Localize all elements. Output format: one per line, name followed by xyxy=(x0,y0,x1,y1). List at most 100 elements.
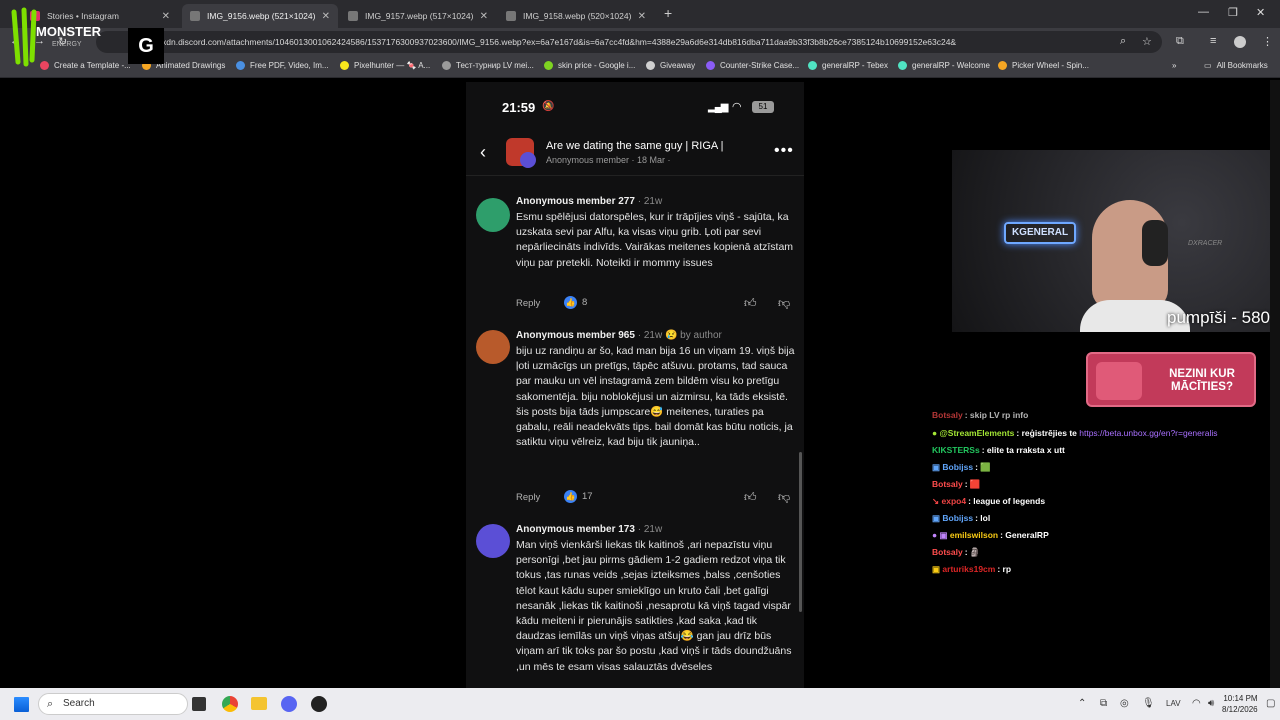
chat-badge-icon: ▣ xyxy=(932,513,943,523)
anonymous-avatar-icon xyxy=(476,330,510,364)
bookmark-item[interactable]: Pixelhunter — 🍬 A... xyxy=(340,61,430,70)
reply-button[interactable]: Reply xyxy=(516,492,540,503)
battery-icon: 51 xyxy=(752,101,774,113)
comment-actions: Reply 👍 8 👍︎ 👎︎ xyxy=(516,296,792,312)
image-icon xyxy=(506,11,516,21)
new-tab-button[interactable]: + xyxy=(664,5,672,21)
neon-sign: KGENERAL xyxy=(1004,222,1076,244)
wifi-tray-icon[interactable]: ◠ xyxy=(1192,698,1201,709)
chat-link[interactable]: https://beta.unbox.gg/en?r=generalis xyxy=(1079,428,1217,438)
close-tab-icon[interactable]: ✕ xyxy=(162,11,170,22)
windows-start-icon[interactable] xyxy=(14,697,29,712)
bookmark-item[interactable]: Free PDF, Video, Im... xyxy=(236,61,329,70)
more-bookmarks-icon[interactable]: » xyxy=(1172,61,1176,70)
comment-author: Anonymous member 965 · 21w 😢 by author xyxy=(516,330,722,341)
all-bookmarks-folder[interactable]: ▭ All Bookmarks xyxy=(1204,61,1268,70)
chat-message: Botsaly: skip LV rp info xyxy=(932,410,1029,420)
close-tab-icon[interactable]: ✕ xyxy=(638,11,646,22)
bookmark-item[interactable]: Giveaway xyxy=(646,61,695,70)
chat-message: ▣ arturiks19cm: rp xyxy=(932,564,1012,574)
back-arrow-icon[interactable]: ‹ xyxy=(480,142,486,163)
comment-text: Man viņš vienkārši liekas tik kaitinoš ,… xyxy=(516,539,792,673)
thumbs-down-button-icon[interactable]: 👎︎ xyxy=(778,296,790,311)
tab-img-9156[interactable]: IMG_9156.webp (521×1024) ✕ xyxy=(182,4,338,28)
microphone-icon[interactable]: 🎙︎ xyxy=(1142,698,1155,709)
notifications-icon[interactable]: ▢ xyxy=(1266,698,1275,709)
volume-icon[interactable]: 🔊︎ xyxy=(1208,698,1214,709)
discord-icon[interactable] xyxy=(281,696,297,712)
page-scrollbar[interactable] xyxy=(1270,80,1280,688)
bookmark-icon xyxy=(236,61,245,70)
signal-icon: ▂▄▆ xyxy=(708,102,728,113)
bookmark-item[interactable]: Counter-Strike Case... xyxy=(706,61,799,70)
post-title: Are we dating the same guy | RIGA | xyxy=(546,140,724,152)
bookmark-icon xyxy=(646,61,655,70)
zoom-icon[interactable]: ⌕ xyxy=(1120,35,1126,48)
obs-icon[interactable] xyxy=(311,696,327,712)
tab-label: IMG_9156.webp (521×1024) xyxy=(207,11,316,21)
close-tab-icon[interactable]: ✕ xyxy=(322,11,330,22)
anonymous-avatar-icon xyxy=(476,198,510,232)
ad-banner[interactable]: NEZINI KUR MĀCĪTIES? xyxy=(1086,352,1256,407)
thumbs-down-button-icon[interactable]: 👎︎ xyxy=(778,490,790,505)
reading-list-icon[interactable]: ≡ xyxy=(1210,35,1216,47)
close-window-icon[interactable]: ✕ xyxy=(1256,6,1265,19)
phone-clock: 21:59 xyxy=(502,100,536,115)
address-bar[interactable]: xdn.discord.com/attachments/104601300106… xyxy=(96,31,1162,53)
anonymous-avatar-icon xyxy=(476,524,510,558)
phone-scrollbar xyxy=(799,452,802,612)
restore-icon[interactable]: ❐ xyxy=(1228,6,1238,19)
chat-message: KIKSTERSs: elite ta rraksta x utt xyxy=(932,445,1065,455)
chat-badge-icon: ● ▣ xyxy=(932,530,950,540)
like-count: 👍 8 xyxy=(564,296,588,309)
more-options-icon[interactable]: ••• xyxy=(774,142,794,160)
chat-badge-icon: ▣ xyxy=(932,462,943,472)
webcam-caption: pumpīši - 580 xyxy=(1167,308,1270,327)
chat-message: ● @StreamElements: reģistrējies te https… xyxy=(932,428,1218,438)
thumbs-up-icon: 👍 xyxy=(564,490,577,503)
chair-brand: DXRACER xyxy=(1188,240,1223,247)
bookmark-item[interactable]: Тест-турнир LV mei... xyxy=(442,61,534,70)
file-explorer-icon[interactable] xyxy=(251,697,267,710)
language-indicator[interactable]: LAV xyxy=(1166,699,1181,708)
comment-text: biju uz randiņu ar šo, kad man bija 16 u… xyxy=(516,345,795,449)
chat-message: ● ▣ emilswilson: GeneralRP xyxy=(932,530,1049,540)
taskbar-search[interactable]: ⌕ Search xyxy=(38,693,188,715)
like-count: 👍 17 xyxy=(564,490,593,503)
browser-tab-bar: Stories • Instagram ✕ IMG_9156.webp (521… xyxy=(0,0,1280,28)
tab-img-9157[interactable]: IMG_9157.webp (517×1024) ✕ xyxy=(340,4,496,28)
bookmark-icon xyxy=(706,61,715,70)
bookmark-item[interactable]: generalRP - Welcome xyxy=(898,61,990,70)
bookmark-star-icon[interactable]: ☆ xyxy=(1142,35,1152,48)
profile-avatar-icon[interactable] xyxy=(1234,36,1246,48)
chrome-icon[interactable] xyxy=(222,696,238,712)
tray-overflow-icon[interactable]: ⌃ xyxy=(1078,698,1086,709)
task-view-icon[interactable] xyxy=(192,697,206,711)
bookmark-item[interactable]: Picker Wheel - Spin... xyxy=(998,61,1089,70)
taskbar-clock[interactable]: 10:14 PM 8/12/2026 xyxy=(1222,693,1258,715)
bookmark-icon xyxy=(544,61,553,70)
chat-message: Botsaly: 🗿 xyxy=(932,547,981,557)
chat-message: ▣ Bobijss: 🟩 xyxy=(932,462,991,472)
comment-actions: Reply 👍 17 👍︎ 👎︎ xyxy=(516,490,792,506)
close-tab-icon[interactable]: ✕ xyxy=(480,11,488,22)
thumbs-up-button-icon[interactable]: 👍︎ xyxy=(744,490,757,505)
webcam-overlay: KGENERAL DXRACER pumpīši - 580 xyxy=(952,150,1280,332)
extensions-icon[interactable]: ⧉ xyxy=(1176,35,1184,48)
tab-img-9158[interactable]: IMG_9158.webp (520×1024) ✕ xyxy=(498,4,654,28)
folder-icon: ▭ xyxy=(1204,61,1212,70)
bookmark-item[interactable]: generalRP - Tebex xyxy=(808,61,888,70)
bookmark-item[interactable]: skin price - Google i... xyxy=(544,61,635,70)
thumbs-up-button-icon[interactable]: 👍︎ xyxy=(744,296,757,311)
reply-button[interactable]: Reply xyxy=(516,298,540,309)
chat-badge-icon: ▣ xyxy=(932,564,943,574)
tray-app-icon[interactable]: ⧉ xyxy=(1100,698,1107,709)
menu-icon[interactable]: ⋮ xyxy=(1262,35,1273,48)
minimize-icon[interactable]: — xyxy=(1198,6,1209,18)
bookmark-icon xyxy=(340,61,349,70)
phone-screenshot: 21:59 🔕 ▂▄▆ ◠ 51 ‹ Are we dating the sam… xyxy=(466,82,804,688)
windows-taskbar: ⌕ Search ⌃ ⧉ ◎ 🎙︎ LAV ◠ 🔊︎ 10:14 PM 8/12… xyxy=(0,688,1280,720)
phone-status-bar: 21:59 🔕 ▂▄▆ ◠ 51 xyxy=(466,82,804,122)
bookmark-icon xyxy=(808,61,817,70)
network-tray-icon[interactable]: ◎ xyxy=(1120,698,1129,709)
